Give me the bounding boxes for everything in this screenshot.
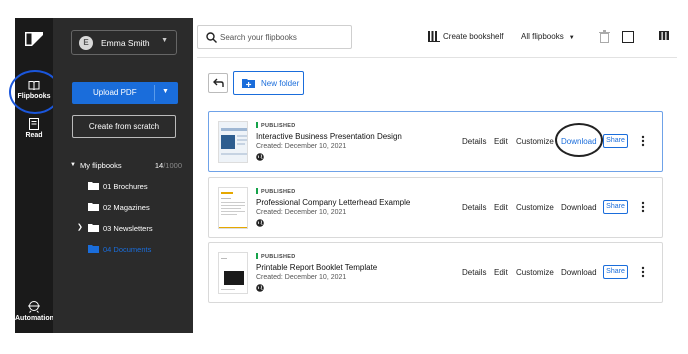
details-button[interactable]: Details — [462, 268, 486, 277]
details-button[interactable]: Details — [462, 137, 486, 146]
folder-icon — [88, 224, 99, 232]
folder-label: 03 Newsletters — [103, 224, 153, 233]
automation-icon — [28, 301, 40, 313]
icon-rail: Flipbooks Read Automation — [15, 18, 54, 333]
status-indicator — [256, 253, 258, 259]
chevron-down-icon: ▼ — [161, 37, 168, 44]
search-icon — [206, 32, 217, 43]
status-label: PUBLISHED — [261, 123, 296, 129]
new-folder-button[interactable]: New folder — [233, 71, 304, 95]
flipbook-card[interactable]: PUBLISHED Interactive Business Presentat… — [208, 111, 663, 172]
status-indicator — [256, 122, 258, 128]
flipbook-count: 14/1000 — [155, 161, 182, 170]
more-options-icon[interactable] — [641, 135, 645, 147]
edit-button[interactable]: Edit — [494, 137, 508, 146]
customize-button[interactable]: Customize — [516, 137, 554, 146]
status-badge: PUBLISHED — [256, 188, 295, 195]
flipbook-title[interactable]: Interactive Business Presentation Design — [256, 132, 402, 141]
chevron-right-icon[interactable]: ❯ — [77, 223, 83, 231]
create-from-scratch-button[interactable]: Create from scratch — [72, 115, 176, 138]
trash-icon[interactable] — [599, 30, 610, 43]
status-indicator — [256, 188, 258, 194]
created-date: Created: December 10, 2021 — [256, 209, 347, 216]
view-toggle-icon[interactable] — [659, 31, 669, 41]
sidebar: E Emma Smith ▼ Upload PDF ▼ Create from … — [53, 18, 193, 333]
letterhead-thumbnail-icon — [219, 188, 247, 228]
user-menu-button[interactable]: E Emma Smith ▼ — [71, 30, 177, 55]
rail-item-label: Read — [25, 132, 43, 139]
customize-button[interactable]: Customize — [516, 203, 554, 212]
folder-label: 01 Brochures — [103, 182, 148, 191]
toolbar-divider — [197, 57, 677, 58]
flipbook-thumbnail[interactable] — [218, 121, 248, 163]
folder-label: 02 Magazines — [103, 203, 150, 212]
created-date: Created: December 10, 2021 — [256, 274, 347, 281]
create-bookshelf-label: Create bookshelf — [443, 32, 504, 41]
folder-icon — [88, 203, 99, 211]
upload-pdf-label: Upload PDF — [93, 88, 137, 97]
status-badge: PUBLISHED — [256, 253, 295, 260]
search-input[interactable] — [220, 31, 345, 44]
folder-icon — [88, 245, 99, 253]
back-arrow-icon — [213, 78, 224, 87]
chevron-down-icon: ▼ — [568, 35, 575, 41]
edit-button[interactable]: Edit — [494, 268, 508, 277]
split-divider — [154, 85, 155, 101]
add-folder-icon — [242, 79, 255, 88]
flipbook-title[interactable]: Professional Company Letterhead Example — [256, 198, 410, 207]
flipbook-thumbnail[interactable] — [218, 252, 248, 294]
globe-icon — [256, 153, 264, 161]
share-button[interactable]: Share — [603, 200, 628, 214]
download-button[interactable]: Download — [561, 203, 597, 212]
filter-label: All flipbooks — [521, 32, 564, 41]
rail-item-read[interactable]: Read — [15, 118, 53, 139]
count-used: 14 — [154, 161, 164, 170]
status-label: PUBLISHED — [261, 189, 296, 195]
created-date: Created: December 10, 2021 — [256, 143, 347, 150]
customize-button[interactable]: Customize — [516, 268, 554, 277]
flipbook-thumbnail[interactable] — [218, 187, 248, 229]
folder-label: 04 Documents — [103, 245, 152, 254]
read-icon — [29, 118, 39, 130]
count-total: /1000 — [163, 161, 182, 170]
filter-dropdown[interactable]: All flipbooks ▼ — [521, 32, 575, 41]
flipbook-card[interactable]: PUBLISHED Professional Company Letterhea… — [208, 177, 663, 238]
presentation-thumbnail-icon — [219, 122, 247, 162]
more-options-icon[interactable] — [641, 266, 645, 278]
report-thumbnail-icon — [219, 253, 247, 293]
share-button[interactable]: Share — [603, 134, 628, 148]
user-name: Emma Smith — [101, 38, 150, 48]
logo-icon[interactable] — [25, 32, 43, 46]
back-button[interactable] — [208, 73, 228, 93]
rail-item-automation[interactable]: Automation — [15, 300, 54, 322]
chevron-down-icon[interactable]: ▼ — [70, 162, 76, 168]
status-label: PUBLISHED — [261, 254, 296, 260]
tree-label: My flipbooks — [80, 161, 122, 170]
upload-pdf-button[interactable]: Upload PDF ▼ — [72, 82, 178, 104]
select-all-checkbox[interactable] — [622, 31, 634, 43]
chevron-down-icon[interactable]: ▼ — [162, 88, 169, 95]
avatar: E — [79, 36, 93, 50]
download-button[interactable]: Download — [561, 268, 597, 277]
globe-icon — [256, 219, 264, 227]
search-box[interactable] — [197, 25, 352, 49]
rail-item-label: Automation — [15, 315, 54, 322]
bookshelf-icon — [428, 31, 440, 42]
annotation-circle — [555, 123, 603, 157]
folder-icon — [88, 182, 99, 190]
details-button[interactable]: Details — [462, 203, 486, 212]
flipbook-title[interactable]: Printable Report Booklet Template — [256, 263, 377, 272]
globe-icon — [256, 284, 264, 292]
new-folder-label: New folder — [261, 79, 300, 88]
flipbook-card[interactable]: PUBLISHED Printable Report Booklet Templ… — [208, 242, 663, 303]
status-badge: PUBLISHED — [256, 122, 295, 129]
more-options-icon[interactable] — [641, 201, 645, 213]
edit-button[interactable]: Edit — [494, 203, 508, 212]
share-button[interactable]: Share — [603, 265, 628, 279]
